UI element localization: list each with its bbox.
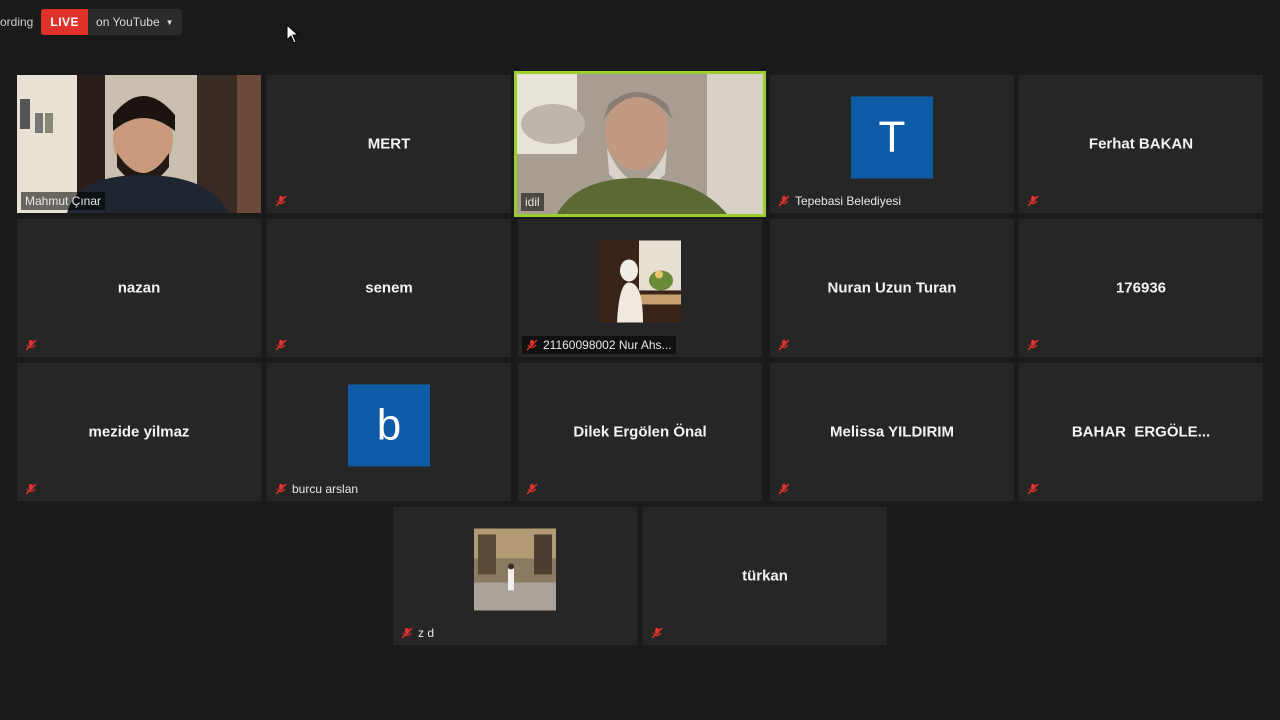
- participant-status: [774, 480, 799, 498]
- top-bar: ording LIVE on YouTube ▼: [0, 8, 182, 36]
- participant-tile-176936[interactable]: 176936: [1019, 219, 1263, 357]
- participant-name: Melissa YILDIRIM: [830, 423, 954, 441]
- mic-muted-icon: [275, 195, 287, 207]
- participant-name-label: idil: [521, 193, 544, 211]
- participant-name: 176936: [1115, 279, 1167, 297]
- avatar: b: [348, 384, 430, 467]
- participant-tile-bahar[interactable]: BAHAR ERGÖLE...: [1019, 363, 1263, 501]
- mic-muted-icon: [25, 339, 37, 351]
- participant-name: türkan: [742, 567, 788, 585]
- participant-name-label: Tepebasi Belediyesi: [774, 192, 905, 210]
- participant-name: Nuran Uzun Turan: [827, 279, 957, 297]
- participant-name-label: 21160098002 Nur Ahs...: [522, 336, 676, 354]
- profile-picture: [599, 240, 681, 323]
- participant-tile-burcu[interactable]: b burcu arslan: [267, 363, 511, 501]
- mouse-cursor-icon: [286, 24, 300, 44]
- mic-muted-icon: [778, 483, 790, 495]
- participant-name: BAHAR ERGÖLE...: [1071, 423, 1211, 441]
- participant-status: [21, 480, 46, 498]
- participant-tile-nuran[interactable]: Nuran Uzun Turan: [770, 219, 1014, 357]
- participant-status: [522, 480, 547, 498]
- participant-tile-idil[interactable]: idil: [514, 71, 766, 217]
- participant-status: [21, 336, 46, 354]
- mic-muted-icon: [778, 195, 790, 207]
- participant-tile-zd[interactable]: z d: [393, 507, 637, 645]
- participant-tile-mert[interactable]: MERT: [267, 75, 511, 213]
- mic-muted-icon: [526, 339, 538, 351]
- mic-muted-icon: [1027, 195, 1039, 207]
- live-stream-control[interactable]: LIVE on YouTube ▼: [41, 9, 182, 35]
- participant-name-label: z d: [397, 624, 438, 642]
- mic-muted-icon: [275, 339, 287, 351]
- participant-tile-melissa[interactable]: Melissa YILDIRIM: [770, 363, 1014, 501]
- avatar: T: [851, 96, 933, 179]
- mic-muted-icon: [25, 483, 37, 495]
- participant-tile-mahmut[interactable]: Mahmut Çınar: [17, 75, 261, 213]
- participant-status: [1023, 336, 1048, 354]
- recording-label: ording: [0, 15, 34, 29]
- live-badge: LIVE: [41, 9, 89, 35]
- participant-name: MERT: [367, 135, 411, 153]
- participant-status: [647, 624, 672, 642]
- mic-muted-icon: [651, 627, 663, 639]
- participant-tile-ferhat[interactable]: Ferhat BAKAN: [1019, 75, 1263, 213]
- profile-picture: [474, 528, 556, 611]
- participant-tile-nazan[interactable]: nazan: [17, 219, 261, 357]
- mic-muted-icon: [1027, 339, 1039, 351]
- participant-name: nazan: [117, 279, 161, 297]
- participant-status: [1023, 480, 1048, 498]
- mic-muted-icon: [1027, 483, 1039, 495]
- participant-status: [271, 192, 296, 210]
- participant-name: senem: [365, 279, 413, 297]
- chevron-down-icon[interactable]: ▼: [166, 18, 182, 27]
- participant-name: mezide yilmaz: [88, 423, 190, 441]
- mic-muted-icon: [778, 339, 790, 351]
- mic-muted-icon: [401, 627, 413, 639]
- participant-name-label: burcu arslan: [271, 480, 362, 498]
- mic-muted-icon: [526, 483, 538, 495]
- participant-tile-mezide[interactable]: mezide yilmaz: [17, 363, 261, 501]
- participant-tile-tepebasi[interactable]: T Tepebasi Belediyesi: [770, 75, 1014, 213]
- participant-tile-senem[interactable]: senem: [267, 219, 511, 357]
- live-destination: on YouTube: [96, 15, 160, 29]
- participant-video: [517, 74, 763, 214]
- participant-tile-dilek[interactable]: Dilek Ergölen Önal: [518, 363, 762, 501]
- participant-name: Ferhat BAKAN: [1088, 135, 1194, 153]
- mic-muted-icon: [275, 483, 287, 495]
- participant-status: [1023, 192, 1048, 210]
- participant-tile-nur[interactable]: 21160098002 Nur Ahs...: [518, 219, 762, 357]
- participant-tile-turkan[interactable]: türkan: [643, 507, 887, 645]
- participant-status: [774, 336, 799, 354]
- participant-name-label: Mahmut Çınar: [21, 192, 106, 210]
- participant-status: [271, 336, 296, 354]
- participant-name: Dilek Ergölen Önal: [573, 423, 707, 441]
